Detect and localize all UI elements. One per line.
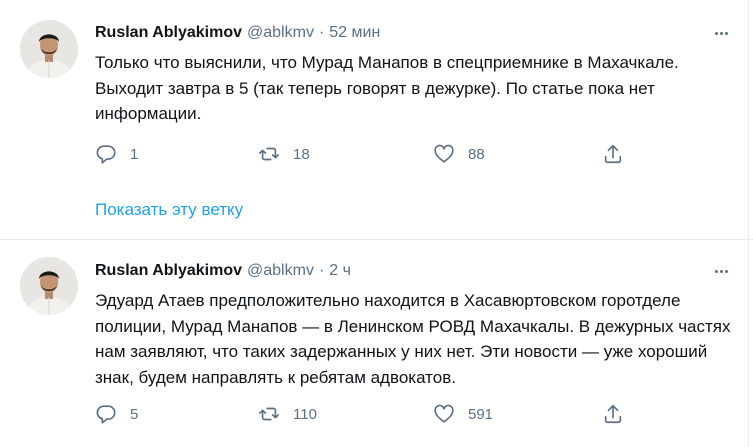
tweet-text: Эдуард Атаев предположительно находится …: [95, 291, 731, 387]
author-name[interactable]: Ruslan Ablyakimov: [95, 24, 242, 42]
tweet-time[interactable]: 52 мин: [329, 24, 380, 42]
tweet-time[interactable]: 2 ч: [329, 262, 351, 280]
share-button[interactable]: [602, 141, 624, 167]
reply-icon: [96, 405, 116, 424]
share-icon: [604, 404, 622, 424]
retweet-icon: [259, 407, 279, 421]
share-button[interactable]: [602, 401, 624, 427]
author-handle[interactable]: @ablkmv: [247, 24, 314, 42]
heart-icon: [434, 404, 454, 423]
tweet[interactable]: Ruslan Ablyakimov @ablkmv · 2 ч Эдуард А…: [0, 240, 753, 447]
tweet-text: Только что выяснили, что Мурад Манапов в…: [95, 53, 679, 123]
retweet-button[interactable]: 110: [258, 401, 317, 427]
like-count: 88: [468, 145, 485, 163]
like-count: 591: [468, 405, 494, 423]
like-button[interactable]: 591: [433, 401, 493, 427]
retweet-button[interactable]: 18: [258, 141, 310, 167]
tweet-header: Ruslan Ablyakimov @ablkmv · 52 мин: [95, 22, 380, 44]
retweet-count: 110: [293, 405, 317, 423]
more-icon[interactable]: [709, 23, 733, 43]
more-icon[interactable]: [709, 261, 733, 281]
tweet[interactable]: Ruslan Ablyakimov @ablkmv · 52 мин Тольк…: [0, 0, 753, 240]
heart-icon: [434, 144, 454, 163]
reply-icon: [96, 145, 116, 164]
retweet-icon: [259, 147, 279, 161]
avatar[interactable]: [20, 257, 78, 315]
separator: ·: [318, 262, 325, 279]
share-icon: [604, 144, 622, 164]
reply-count: 5: [130, 405, 139, 423]
tweet-header: Ruslan Ablyakimov @ablkmv · 2 ч: [95, 260, 351, 282]
reply-count: 1: [130, 145, 139, 163]
avatar-image: [20, 257, 78, 315]
separator: ·: [318, 24, 325, 41]
show-thread-link[interactable]: Показать эту ветку: [95, 200, 243, 220]
like-button[interactable]: 88: [433, 141, 485, 167]
reply-button[interactable]: 1: [95, 141, 138, 167]
reply-button[interactable]: 5: [95, 401, 138, 427]
avatar[interactable]: [20, 20, 78, 78]
retweet-count: 18: [293, 145, 310, 163]
avatar-image: [20, 20, 78, 78]
author-handle[interactable]: @ablkmv: [247, 262, 314, 280]
author-name[interactable]: Ruslan Ablyakimov: [95, 262, 242, 280]
